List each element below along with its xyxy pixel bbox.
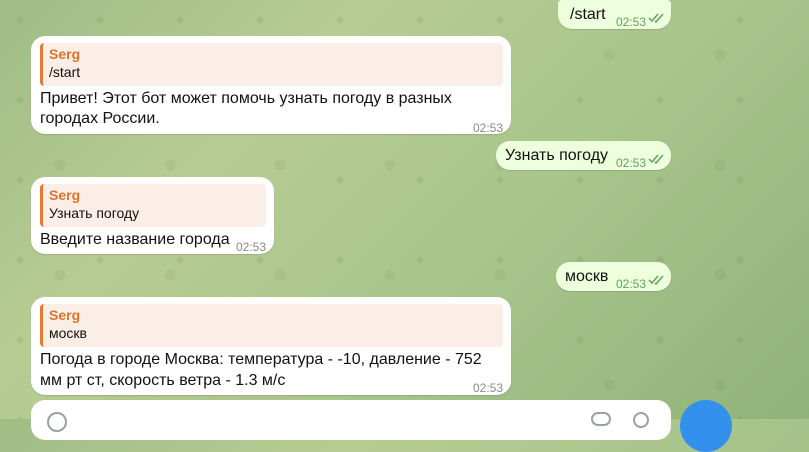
message-time: 02:53 — [616, 15, 647, 29]
reply-sender-name: Serg — [49, 307, 81, 323]
message-text: москв — [565, 268, 609, 285]
message-text: /start — [570, 6, 606, 23]
message-time: 02:53 — [473, 381, 504, 395]
message-text-line: Погода в городе Москва: температура - -1… — [40, 351, 482, 368]
send-button[interactable] — [680, 400, 732, 452]
message-text-line: Привет! Этот бот может помочь узнать пог… — [40, 90, 452, 107]
message-time: 02:53 — [616, 277, 647, 291]
attach-icon[interactable] — [591, 412, 611, 426]
reply-sender-name: Serg — [49, 46, 81, 62]
incoming-message-enter-city[interactable]: Serg Узнать погоду Введите название горо… — [31, 177, 274, 254]
reply-sender-name: Serg — [49, 187, 81, 203]
reply-text: /start — [49, 64, 81, 80]
incoming-message-weather-result[interactable]: Serg москв Погода в городе Москва: темпе… — [31, 297, 511, 395]
reply-quote[interactable]: Serg москв — [40, 304, 503, 347]
message-time: 02:53 — [236, 240, 267, 254]
message-text-line: городах России. — [40, 110, 160, 127]
message-text: Узнать погоду — [505, 147, 609, 164]
reply-text: Узнать погоду — [49, 205, 140, 221]
message-text-line: мм рт ст, скорость ветра - 1.3 м/с — [40, 372, 286, 389]
message-text-line: Введите название города — [40, 231, 230, 248]
reply-quote[interactable]: Serg Узнать погоду — [40, 184, 266, 227]
incoming-message-greeting[interactable]: Serg /start Привет! Этот бот может помоч… — [31, 36, 511, 135]
double-check-icon — [648, 13, 666, 23]
double-check-icon — [648, 154, 666, 164]
outgoing-message-start[interactable]: /start 02:53 — [558, 0, 671, 29]
outgoing-message-city[interactable]: москв 02:53 — [556, 262, 671, 291]
outgoing-message-get-weather[interactable]: Узнать погоду 02:53 — [496, 141, 671, 170]
reply-text: москв — [49, 325, 87, 341]
bot-commands-icon[interactable] — [633, 412, 649, 428]
message-composer[interactable] — [31, 400, 671, 440]
emoji-icon[interactable] — [47, 412, 67, 432]
reply-quote[interactable]: Serg /start — [40, 43, 503, 86]
double-check-icon — [648, 275, 666, 285]
message-time: 02:53 — [473, 121, 504, 135]
message-time: 02:53 — [616, 156, 647, 170]
